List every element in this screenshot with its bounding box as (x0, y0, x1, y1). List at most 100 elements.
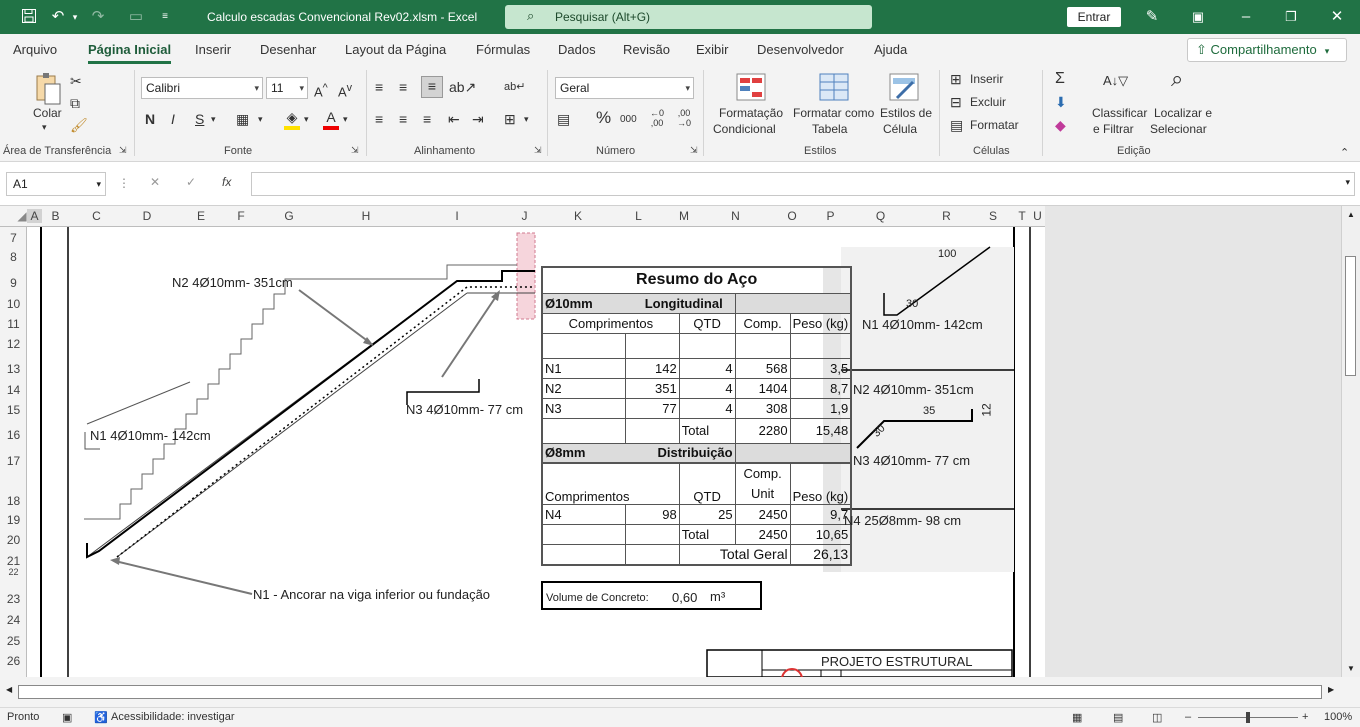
cell-styles-icon[interactable] (889, 72, 919, 102)
cell[interactable]: 568 (734, 357, 791, 379)
find-select-label1[interactable]: Localizar e (1154, 106, 1212, 120)
decrease-indent-icon[interactable]: ⇤ (448, 110, 460, 128)
tab-desenvolvedor[interactable]: Desenvolvedor (757, 42, 844, 57)
row-header[interactable]: 20 (0, 533, 27, 547)
cell[interactable]: 4 (678, 397, 736, 419)
row-header[interactable]: 15 (0, 403, 27, 417)
tab-dados[interactable]: Dados (558, 42, 596, 57)
row-header[interactable]: 16 (0, 428, 27, 442)
column-header[interactable]: H (328, 209, 404, 223)
conditional-format-label2[interactable]: Condicional (713, 122, 776, 136)
increase-decimal-icon[interactable]: ←0,00 (650, 108, 664, 128)
merge-center-icon[interactable]: ⊞ (504, 110, 516, 128)
fill-color-icon[interactable]: ◈ (284, 108, 300, 130)
column-header[interactable]: F (232, 209, 250, 223)
sort-filter-icon[interactable]: A↓▽ (1103, 72, 1128, 90)
delete-cells-button[interactable]: Excluir (970, 95, 1006, 109)
minimize-icon[interactable]: – (1237, 8, 1255, 26)
total-8-peso[interactable]: 10,65 (789, 524, 853, 545)
paste-dropdown-icon[interactable]: ▾ (42, 122, 47, 133)
column-header[interactable]: O (763, 209, 821, 223)
find-select-label2[interactable]: Selecionar (1150, 122, 1207, 136)
scroll-right-icon[interactable]: ▶ (1328, 685, 1334, 694)
wrap-text-icon[interactable]: ab↵ (504, 78, 525, 96)
clear-icon[interactable]: ◆ (1055, 116, 1066, 134)
restore-icon[interactable]: ❐ (1282, 8, 1300, 26)
column-header[interactable]: G (250, 209, 328, 223)
redo-icon[interactable]: ↷ (89, 8, 107, 26)
page-layout-view-icon[interactable]: ▤ (1113, 711, 1123, 724)
font-name-combo[interactable]: Calibri ▾ (141, 77, 263, 99)
column-header[interactable]: J (510, 209, 539, 223)
row-header[interactable]: 19 (0, 513, 27, 527)
collapse-ribbon-icon[interactable]: ⌃ (1340, 146, 1349, 159)
header-peso-8[interactable]: Peso (kg) (789, 462, 853, 505)
number-launcher-icon[interactable]: ⇲ (690, 145, 698, 156)
search-box[interactable]: ⌕ Pesquisar (Alt+G) (505, 5, 872, 29)
total-geral-label[interactable]: Total Geral (678, 544, 791, 566)
cell[interactable]: 351 (625, 377, 680, 399)
comment-icon[interactable]: ▭ (127, 8, 145, 26)
cut-icon[interactable]: ✂ (70, 72, 82, 90)
paste-label[interactable]: Colar (33, 106, 62, 120)
borders-dropdown-icon[interactable]: ▾ (258, 110, 263, 128)
zoom-level[interactable]: 100% (1324, 711, 1352, 723)
tab-arquivo[interactable]: Arquivo (13, 42, 57, 57)
column-header[interactable]: U (1030, 209, 1045, 223)
align-right-icon[interactable]: ≡ (423, 110, 431, 128)
tab-layout[interactable]: Layout da Página (345, 42, 446, 57)
column-header[interactable]: L (617, 209, 660, 223)
column-header[interactable]: T (1014, 209, 1030, 223)
align-top-icon[interactable]: ≡ (375, 78, 383, 96)
underline-dropdown-icon[interactable]: ▾ (211, 110, 216, 128)
page-break-view-icon[interactable]: ◫ (1152, 711, 1162, 724)
undo-icon[interactable]: ↶ (49, 8, 67, 26)
total-geral-value[interactable]: 26,13 (789, 544, 853, 566)
comma-style-icon[interactable]: 000 (620, 111, 637, 129)
scroll-up-icon[interactable]: ▲ (1347, 210, 1355, 219)
cell[interactable]: 9,7 (789, 504, 853, 525)
macro-record-icon[interactable]: ▣ (62, 711, 72, 724)
cell[interactable]: N3 (541, 397, 627, 419)
share-button[interactable]: ⇧ Compartilhamento ▾ (1187, 38, 1347, 62)
cell[interactable]: 2450 (734, 504, 791, 525)
find-select-icon[interactable]: ⌕ (1171, 68, 1183, 90)
total-8-comp[interactable]: 2450 (734, 524, 791, 545)
cell[interactable]: N2 (541, 377, 627, 399)
column-header[interactable]: A (27, 209, 42, 223)
scroll-down-icon[interactable]: ▼ (1347, 664, 1355, 673)
autosum-icon[interactable]: Σ (1055, 70, 1065, 88)
cell-styles-label1[interactable]: Estilos de (880, 106, 932, 120)
borders-icon[interactable]: ▦ (236, 110, 249, 128)
accessibility-icon[interactable]: ♿ (94, 711, 108, 724)
delete-cells-icon[interactable]: ⊟ (950, 93, 962, 111)
fill-icon[interactable]: ⬇ (1055, 93, 1067, 111)
worksheet[interactable]: N2 4Ø10mm- 351cm N1 4Ø10mm- 142cm N3 4Ø1… (27, 227, 1045, 677)
row-header[interactable]: 10 (0, 297, 27, 311)
insert-cells-button[interactable]: Inserir (970, 72, 1003, 86)
row-header[interactable]: 9 (0, 276, 27, 290)
row-header[interactable]: 18 (0, 494, 27, 508)
header-qtd[interactable]: QTD (678, 312, 736, 334)
format-cells-button[interactable]: Formatar (970, 118, 1019, 132)
alignment-launcher-icon[interactable]: ⇲ (534, 145, 542, 156)
zoom-in-icon[interactable]: + (1302, 711, 1308, 723)
column-header[interactable]: K (539, 209, 617, 223)
cell[interactable]: N1 (541, 357, 627, 379)
vertical-scroll-thumb[interactable] (1345, 256, 1356, 376)
font-launcher-icon[interactable]: ⇲ (351, 145, 359, 156)
expand-formula-icon[interactable]: ▾ (1345, 177, 1350, 188)
increase-indent-icon[interactable]: ⇥ (472, 110, 484, 128)
cancel-icon[interactable]: ✕ (150, 175, 160, 189)
column-header[interactable]: C (69, 209, 124, 223)
decrease-decimal-icon[interactable]: ,00 →0 (677, 108, 691, 128)
cell[interactable]: 3,5 (789, 357, 853, 379)
cell[interactable]: 8,7 (789, 377, 853, 399)
format-painter-icon[interactable]: 🖌 (70, 116, 88, 134)
pen-icon[interactable]: ✎ (1143, 8, 1161, 26)
row-header[interactable]: 25 (0, 634, 27, 648)
align-left-icon[interactable]: ≡ (375, 110, 383, 128)
enter-icon[interactable]: ✓ (186, 175, 196, 189)
header-qtd-8[interactable]: QTD (678, 462, 736, 505)
tab-desenhar[interactable]: Desenhar (260, 42, 316, 57)
